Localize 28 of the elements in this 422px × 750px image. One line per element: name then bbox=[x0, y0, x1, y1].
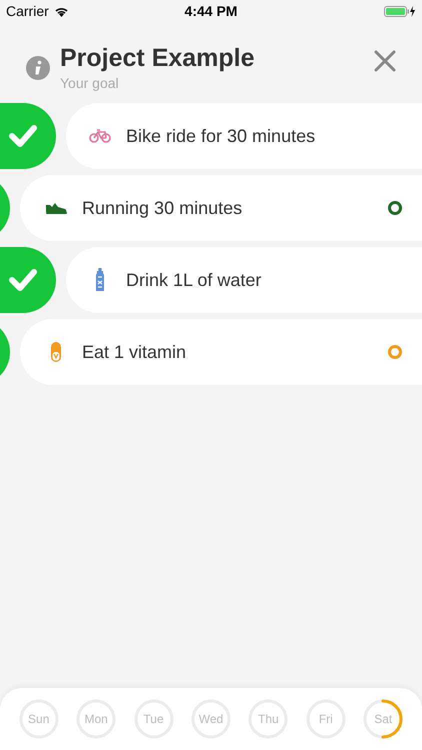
task-label: Running 30 minutes bbox=[82, 198, 244, 218]
task-label: Drink 1L of water bbox=[126, 270, 262, 290]
info-icon[interactable] bbox=[26, 56, 50, 80]
checkmark-icon bbox=[8, 124, 38, 148]
task-card[interactable]: Bike ride for 30 minutes bbox=[66, 103, 422, 169]
day-ring[interactable]: Sun bbox=[18, 699, 59, 739]
day-ring[interactable]: Sat bbox=[363, 699, 404, 739]
task-card[interactable]: Eat 1 vitamin bbox=[20, 319, 422, 385]
task-card[interactable]: Running 30 minutes bbox=[20, 175, 422, 241]
task-label: Bike ride for 30 minutes bbox=[126, 126, 316, 146]
task-card[interactable]: Drink 1L of water bbox=[66, 247, 422, 313]
clock-time: 4:44 PM bbox=[184, 3, 238, 19]
battery-icon bbox=[384, 4, 416, 18]
carrier-label: Carrier bbox=[6, 3, 49, 19]
wifi-icon bbox=[54, 6, 69, 16]
goal-subtitle: Your goal bbox=[60, 75, 120, 91]
task-label: Eat 1 vitamin bbox=[82, 342, 188, 362]
complete-toggle[interactable] bbox=[0, 247, 56, 313]
status-ring bbox=[388, 345, 402, 359]
complete-toggle[interactable] bbox=[0, 103, 56, 169]
status-ring bbox=[388, 201, 402, 215]
day-ring[interactable]: Mon bbox=[76, 699, 116, 739]
goal-title: Project Example bbox=[60, 44, 256, 73]
day-ring[interactable]: Thu bbox=[248, 699, 288, 739]
checkmark-icon bbox=[8, 268, 38, 292]
day-ring[interactable]: Tue bbox=[134, 699, 174, 739]
day-ring[interactable]: Wed bbox=[190, 699, 231, 739]
day-ring[interactable]: Fri bbox=[306, 699, 346, 739]
